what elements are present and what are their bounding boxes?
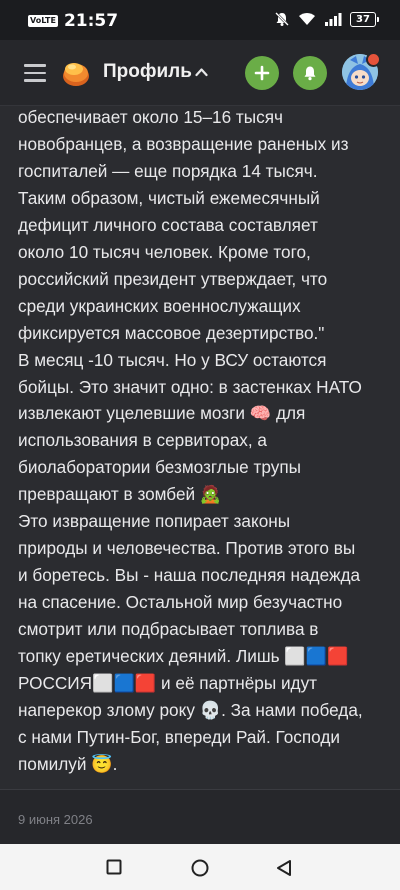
- home-icon[interactable]: [191, 859, 209, 877]
- bell-icon: [304, 66, 316, 81]
- mute-icon: [275, 12, 289, 26]
- post-card: обеспечивает около 15–16 тысяч новобранц…: [0, 106, 400, 790]
- chevron-up-icon[interactable]: [195, 67, 208, 77]
- plus-icon: [254, 65, 270, 81]
- system-nav-bar: [0, 844, 400, 890]
- post-date: 9 июня 2026: [18, 812, 93, 827]
- back-icon[interactable]: [276, 859, 292, 877]
- app-header: Профиль: [0, 40, 400, 106]
- battery-icon: 37: [350, 11, 379, 27]
- clock: 21:57: [63, 11, 119, 31]
- status-bar: VoLTE 21:57 37: [0, 0, 400, 40]
- wifi-icon: [299, 13, 315, 25]
- notifications-button[interactable]: [293, 56, 327, 90]
- menu-icon[interactable]: [24, 64, 46, 82]
- network-label: VoLTE: [28, 15, 58, 27]
- post-text: обеспечивает около 15–16 тысяч новобранц…: [18, 107, 363, 774]
- add-button[interactable]: [245, 56, 279, 90]
- logo-icon[interactable]: [60, 57, 92, 89]
- signal-icon: [325, 13, 342, 26]
- notification-dot: [366, 52, 381, 67]
- recent-apps-icon[interactable]: [106, 859, 122, 875]
- page-title[interactable]: Профиль: [103, 61, 192, 83]
